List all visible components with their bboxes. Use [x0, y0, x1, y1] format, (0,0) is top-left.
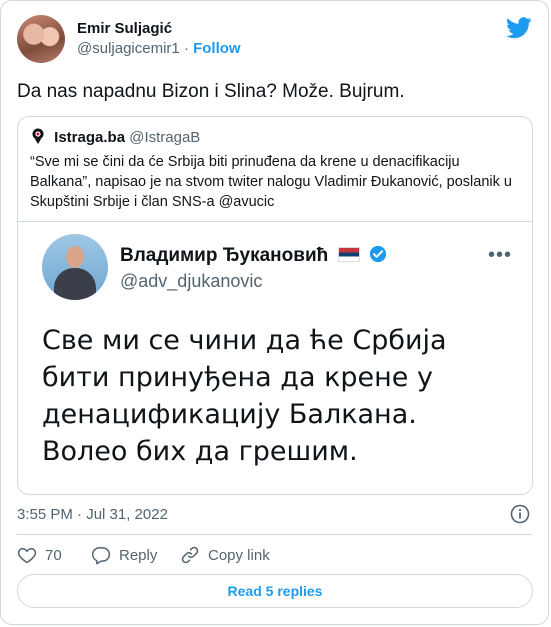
- heart-icon: [17, 548, 37, 564]
- tweet-card: Emir Suljagić @suljagicemir1 · Follow Da…: [0, 0, 549, 625]
- twitter-bird-icon[interactable]: [506, 17, 532, 39]
- verified-icon: [369, 245, 386, 263]
- link-icon: [181, 546, 199, 564]
- reply-icon: [91, 547, 111, 565]
- avatar[interactable]: [17, 15, 65, 63]
- tweet-text: Da nas napadnu Bizon i Slina? Može. Bujr…: [17, 81, 405, 102]
- avatar-head-shape: [66, 246, 84, 268]
- author-display-name[interactable]: Emir Suljagić: [77, 19, 241, 39]
- serbian-flag-icon: [337, 247, 360, 262]
- quoted-tweet-header: Istraga.ba @IstragaB: [30, 128, 200, 148]
- image-tweet-text: Све ми се чини да ће Србија бити принуђе…: [42, 325, 447, 467]
- tweet-timestamp[interactable]: 3:55 PM · Jul 31, 2022: [17, 506, 168, 523]
- author-handle[interactable]: @suljagicemir1: [77, 40, 180, 57]
- follow-button[interactable]: Follow: [193, 40, 241, 57]
- read-replies-button[interactable]: Read 5 replies: [17, 574, 533, 608]
- reply-button[interactable]: Reply: [91, 544, 157, 568]
- image-author-name: Владимир Ђукановић: [120, 245, 329, 266]
- image-author-handle: @adv_djukanovic: [120, 271, 263, 291]
- author-info: Emir Suljagić @suljagicemir1 · Follow: [77, 19, 241, 59]
- copy-link-label: Copy link: [208, 547, 270, 564]
- author-handle-line: @suljagicemir1 · Follow: [77, 39, 241, 59]
- quoted-tweet-text: “Sve mi se čini da će Srbija biti prinuđ…: [30, 154, 512, 210]
- quoted-author-handle: @IstragaB: [129, 129, 201, 146]
- tweet-header: Emir Suljagić @suljagicemir1 · Follow: [17, 15, 532, 63]
- reply-label: Reply: [119, 547, 158, 564]
- image-avatar: [42, 234, 108, 300]
- more-options-icon: •••: [487, 244, 512, 266]
- divider: [17, 534, 532, 535]
- like-button[interactable]: 70: [17, 544, 62, 568]
- quoted-tweet[interactable]: Istraga.ba @IstragaB “Sve mi se čini da …: [17, 116, 533, 495]
- copy-link-button[interactable]: Copy link: [180, 544, 270, 568]
- istraga-logo-icon: [32, 128, 44, 144]
- quoted-tweet-image[interactable]: Владимир Ђукановић @adv_djukanovic ••• С…: [18, 221, 532, 494]
- info-icon[interactable]: [510, 504, 530, 524]
- quoted-author-name: Istraga.ba: [54, 129, 126, 146]
- like-count: 70: [45, 547, 62, 564]
- image-author-line: Владимир Ђукановић: [120, 244, 387, 268]
- avatar-body-shape: [54, 268, 96, 300]
- separator-dot: ·: [183, 40, 194, 57]
